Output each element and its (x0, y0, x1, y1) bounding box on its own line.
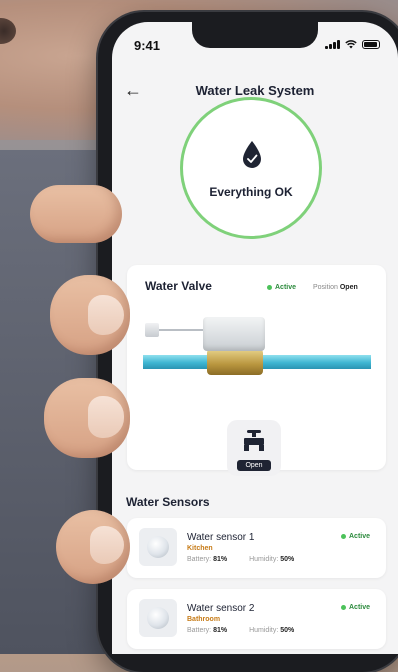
finger-3 (44, 378, 130, 458)
sensor-name: Water sensor 2 (187, 603, 255, 614)
water-drop-check-icon (243, 141, 261, 168)
sensor-card[interactable]: Water sensor 1 Kitchen Battery: 81% Humi… (127, 518, 386, 578)
wifi-icon (345, 40, 357, 49)
valve-open-tile[interactable]: Open (227, 420, 281, 476)
valve-sensor-plug-image (145, 323, 159, 337)
status-time: 9:41 (134, 38, 161, 53)
finger-4 (56, 510, 130, 584)
sensor-battery: Battery: 81% (187, 627, 228, 634)
valve-position-value: Open (339, 284, 358, 291)
sensor-name: Water sensor 1 (187, 532, 255, 543)
finger-2 (50, 275, 130, 355)
sensor-status-badge: Active (341, 533, 370, 540)
valve-status-badge: Active (267, 284, 296, 291)
signal-icon (325, 40, 340, 49)
valve-position-label: Position (313, 284, 338, 291)
page-title: Water Leak System (195, 83, 315, 98)
battery-icon (362, 40, 380, 49)
status-dot-icon (341, 605, 346, 610)
sensor-room: Kitchen (187, 545, 213, 552)
sensor-humidity: Humidity: 50% (249, 627, 295, 634)
status-dot-icon (341, 534, 346, 539)
status-icons (325, 40, 380, 49)
valve-status-label: Active (275, 284, 297, 291)
sensor-room: Bathroom (187, 616, 221, 623)
faucet-icon (244, 430, 264, 451)
status-dot-icon (267, 285, 272, 290)
sensors-section-title: Water Sensors (126, 495, 210, 509)
valve-cable-image (159, 329, 205, 331)
finger-1 (30, 185, 122, 243)
system-status-ring: Everything OK (180, 97, 322, 239)
sensor-card[interactable]: Water sensor 2 Bathroom Battery: 81% Hum… (127, 589, 386, 649)
sensor-meta: Battery: 81% Humidity: 50% (187, 556, 294, 563)
sensor-humidity: Humidity: 50% (249, 556, 295, 563)
brass-valve-image (207, 349, 263, 375)
sensor-meta: Battery: 81% Humidity: 50% (187, 627, 294, 634)
water-sensor-icon (139, 528, 177, 566)
valve-open-button[interactable]: Open (237, 460, 271, 471)
water-valve-card: Water Valve Active Position Open Open (127, 265, 386, 476)
sensor-battery: Battery: 81% (187, 556, 228, 563)
phone-screen: 9:41 ← Water Leak System Everything OK W… (112, 22, 398, 654)
system-status-text: Everything OK (209, 185, 293, 199)
valve-motor-image (203, 317, 265, 351)
valve-card-title: Water Valve (145, 279, 212, 293)
sensor-status-badge: Active (341, 604, 370, 611)
water-sensor-icon (139, 599, 177, 637)
phone-notch (192, 22, 318, 48)
valve-position: Position Open (313, 284, 358, 291)
